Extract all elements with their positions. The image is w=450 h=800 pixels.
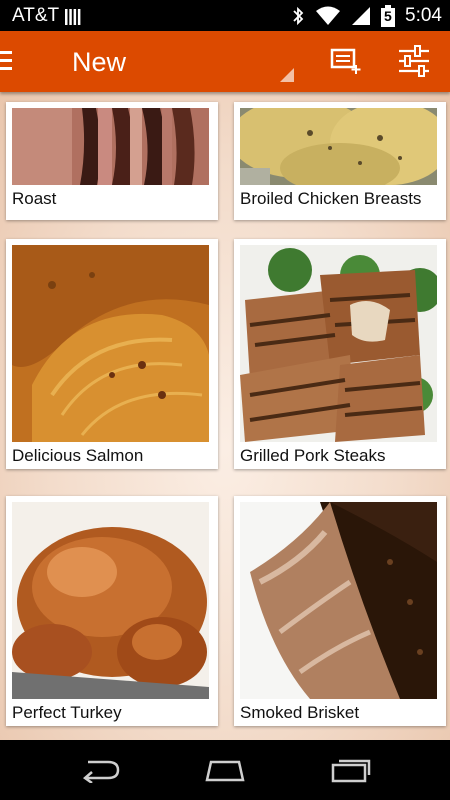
recipe-photo: [12, 245, 209, 442]
recipe-photo: [240, 502, 437, 699]
spinner-indicator-icon: [280, 68, 294, 82]
recipe-title[interactable]: Broiled Chicken Breasts: [240, 189, 440, 209]
recipe-title[interactable]: Smoked Brisket: [240, 703, 440, 723]
recipe-title[interactable]: Delicious Salmon: [12, 446, 212, 466]
recipe-title[interactable]: Grilled Pork Steaks: [240, 446, 440, 466]
signal-bars-icon: [65, 7, 81, 25]
bluetooth-icon: [291, 6, 305, 26]
recipe-card[interactable]: Perfect Turkey: [6, 496, 218, 726]
recipe-card[interactable]: Grilled Pork Steaks: [234, 239, 446, 469]
recipe-card[interactable]: Delicious Salmon: [6, 239, 218, 469]
wifi-icon: [315, 6, 341, 26]
add-recipe-icon[interactable]: [328, 43, 364, 79]
cell-signal-icon: [351, 6, 371, 26]
page-title[interactable]: New: [72, 47, 126, 78]
home-icon[interactable]: [200, 754, 250, 786]
action-bar: New: [0, 31, 450, 92]
recipe-photo: [12, 502, 209, 699]
recipe-grid[interactable]: Roast Broiled Chicken Breasts Delicious …: [0, 92, 450, 740]
recipe-card[interactable]: Roast: [6, 102, 218, 220]
battery-level-label: 5: [384, 7, 392, 24]
recipe-title[interactable]: Perfect Turkey: [12, 703, 212, 723]
drawer-menu-icon[interactable]: [0, 51, 14, 73]
status-bar: AT&T 5 5:04: [0, 0, 450, 31]
recipe-title[interactable]: Roast: [12, 189, 212, 209]
clock: 5:04: [405, 4, 442, 26]
recipe-photo: [240, 108, 437, 185]
recipe-photo: [12, 108, 209, 185]
recent-apps-icon[interactable]: [326, 754, 376, 786]
recipe-card[interactable]: Broiled Chicken Breasts: [234, 102, 446, 220]
recipe-card[interactable]: Smoked Brisket: [234, 496, 446, 726]
battery-icon: 5: [381, 4, 396, 27]
filter-settings-icon[interactable]: [396, 43, 432, 79]
back-icon[interactable]: [75, 754, 125, 786]
navigation-bar: [0, 740, 450, 800]
carrier-label: AT&T: [12, 4, 60, 26]
recipe-photo: [240, 245, 437, 442]
